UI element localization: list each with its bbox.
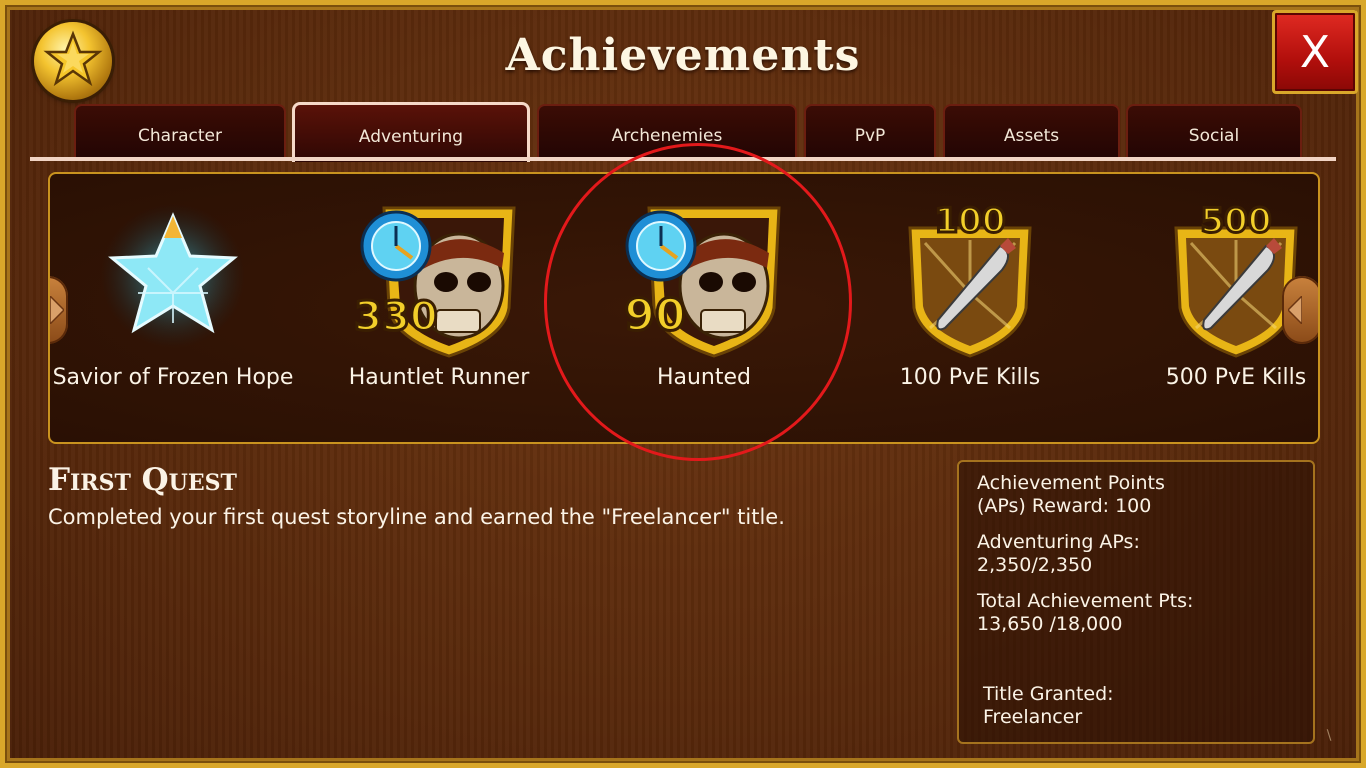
- skull-shield-icon: 330: [353, 198, 524, 362]
- tab-character[interactable]: Character: [74, 104, 286, 160]
- skull-shield-icon: 90: [619, 198, 789, 362]
- tab-archenemies[interactable]: Archenemies: [537, 104, 797, 160]
- badge-number: 100: [935, 201, 1006, 241]
- achievement-stats-panel: Achievement Points (APs) Reward: 100 Adv…: [957, 460, 1315, 744]
- achievement-100-pve-kills[interactable]: 100 100 PvE Kills: [840, 190, 1100, 440]
- reward-label-line2: (APs) Reward: 100: [977, 495, 1152, 517]
- achievement-savior-of-frozen-hope[interactable]: Savior of Frozen Hope: [50, 190, 303, 440]
- dagger-shield-icon: 100: [890, 198, 1050, 362]
- tab-underline: [30, 157, 1336, 161]
- badge-number: 500: [1201, 201, 1272, 241]
- achievement-hauntlet-runner[interactable]: 330 Hauntlet Runner: [309, 190, 569, 440]
- close-icon: X: [1299, 26, 1331, 78]
- tab-social[interactable]: Social: [1126, 104, 1302, 160]
- tab-assets[interactable]: Assets: [943, 104, 1120, 160]
- total-points-value: 13,650 /18,000: [977, 613, 1123, 635]
- window-title: Achievements: [505, 30, 861, 81]
- achievement-detail-title: First Quest: [48, 462, 237, 498]
- tab-adventuring[interactable]: Adventuring: [292, 102, 530, 162]
- achievement-label: 500 PvE Kills: [1165, 365, 1307, 390]
- badge-number: 90: [624, 290, 685, 341]
- badge-number: 330: [354, 294, 438, 340]
- tab-pvp[interactable]: PvP: [804, 104, 936, 160]
- achievement-label: Haunted: [656, 365, 752, 390]
- achievement-label: Savior of Frozen Hope: [52, 365, 294, 390]
- achievement-carousel: Savior of Frozen Hope 330 Hauntlet Runne…: [48, 172, 1320, 444]
- adventuring-aps-value: 2,350/2,350: [977, 554, 1093, 576]
- reward-label-line1: Achievement Points: [977, 472, 1165, 494]
- chevron-left-icon: [1288, 296, 1302, 324]
- adventuring-aps-label: Adventuring APs:: [977, 531, 1140, 553]
- title-granted-value: Freelancer: [983, 706, 1083, 728]
- resize-grip-icon[interactable]: ∖: [1324, 728, 1333, 744]
- close-button[interactable]: X: [1272, 10, 1358, 94]
- achievement-haunted[interactable]: 90 Haunted: [574, 190, 834, 440]
- achievement-label: 100 PvE Kills: [899, 365, 1041, 390]
- achievement-detail-description: Completed your first quest storyline and…: [48, 505, 785, 529]
- title-granted-label: Title Granted:: [983, 683, 1114, 705]
- ice-star-icon: [98, 198, 248, 352]
- total-points-label: Total Achievement Pts:: [977, 590, 1194, 612]
- carousel-next-button[interactable]: [1282, 276, 1318, 344]
- achievement-label: Hauntlet Runner: [348, 365, 530, 390]
